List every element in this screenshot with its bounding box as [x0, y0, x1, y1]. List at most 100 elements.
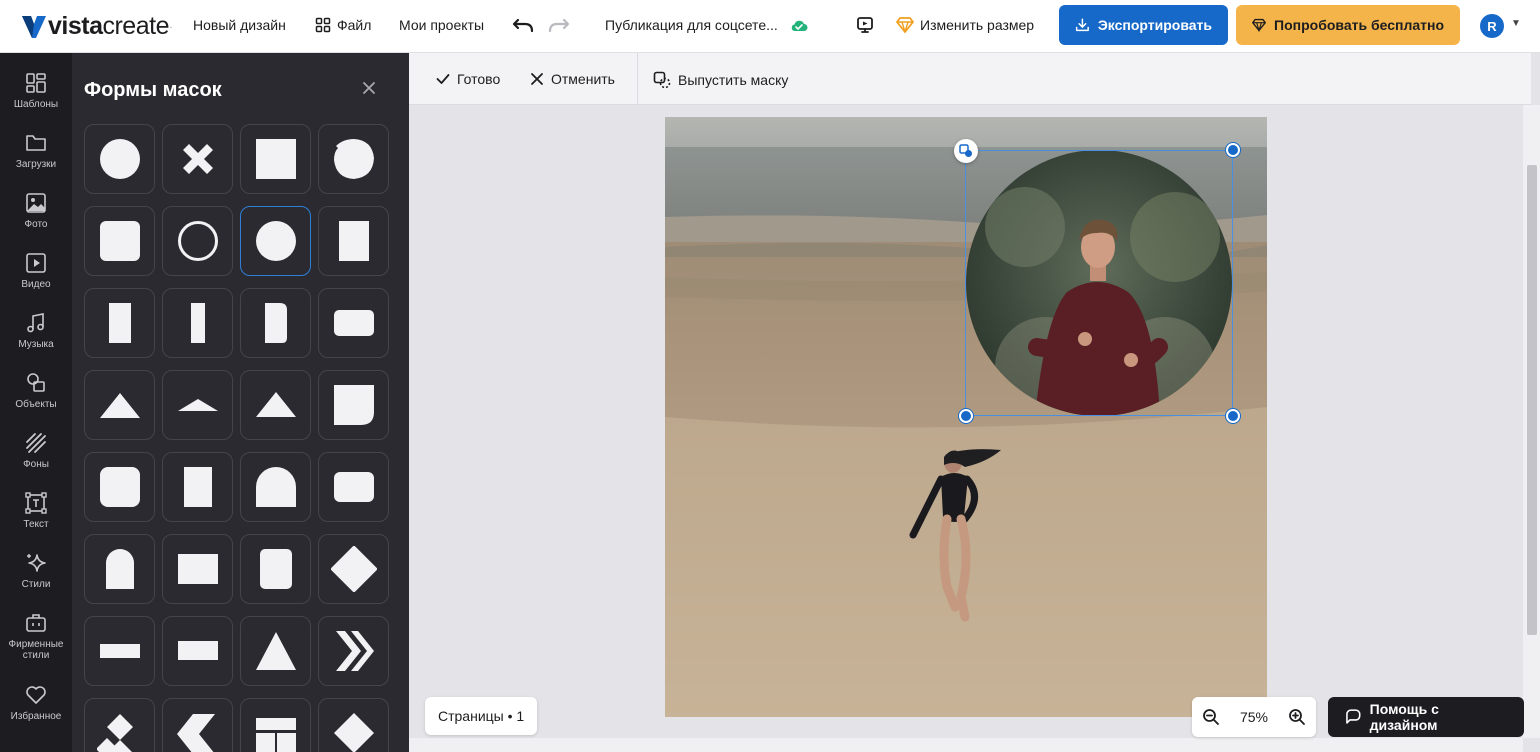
rail-label: Шаблоны: [13, 99, 59, 110]
new-design-menu[interactable]: Новый дизайн: [193, 17, 286, 33]
left-rail: Шаблоны Загрузки Фото Видео Музыка Объек…: [0, 53, 72, 752]
rail-item-uploads[interactable]: Загрузки: [0, 131, 72, 170]
resize-button[interactable]: Изменить размер: [896, 17, 1034, 33]
mask-shape-banner-tall[interactable]: [162, 616, 233, 686]
mask-shape-chevron-left[interactable]: [162, 698, 233, 752]
cancel-button[interactable]: Отменить: [530, 71, 615, 87]
mask-shape-triangle[interactable]: [84, 370, 155, 440]
new-design-label: Новый дизайн: [193, 17, 286, 33]
pages-button[interactable]: Страницы • 1: [425, 697, 538, 735]
rail-item-templates[interactable]: Шаблоны: [0, 71, 72, 110]
mask-shape-split-diamond[interactable]: [84, 698, 155, 752]
scroll-thumb[interactable]: [1527, 165, 1537, 635]
vistacreate-logo[interactable]: vista create.: [22, 12, 172, 41]
mask-shape-corner-rounded[interactable]: [318, 370, 389, 440]
rail-item-backgrounds[interactable]: Фоны: [0, 431, 72, 470]
mask-shape-chevrons[interactable]: [318, 616, 389, 686]
mask-shape-triangle-large[interactable]: [240, 616, 311, 686]
rail-item-brand-kit[interactable]: Фирменные стили: [0, 611, 72, 661]
release-mask-button[interactable]: Выпустить маску: [653, 71, 788, 89]
release-mask-label: Выпустить маску: [678, 72, 789, 88]
rail-item-objects[interactable]: Объекты: [0, 371, 72, 410]
mask-shape-narrow-rect[interactable]: [162, 288, 233, 358]
vertical-scrollbar[interactable]: [1523, 105, 1540, 738]
present-icon: [857, 17, 873, 33]
redo-button[interactable]: [548, 16, 570, 34]
mask-shape-circle[interactable]: [84, 124, 155, 194]
mask-shape-rough-circle[interactable]: [318, 124, 389, 194]
export-button[interactable]: Экспортировать: [1059, 5, 1228, 45]
mask-shape-arch[interactable]: [240, 452, 311, 522]
mask-shape-tab-rect[interactable]: [240, 288, 311, 358]
mask-shape-soft-square[interactable]: [84, 452, 155, 522]
rail-label: Избранное: [10, 711, 62, 722]
zoom-control: 75%: [1192, 697, 1316, 737]
mask-shape-flat-triangle[interactable]: [162, 370, 233, 440]
mask-shape-portrait-rect[interactable]: [318, 206, 389, 276]
help-label: Помощь с дизайном: [1369, 701, 1439, 733]
rail-item-photo[interactable]: Фото: [0, 191, 72, 230]
mask-shape-circle-selected[interactable]: [240, 206, 311, 276]
mask-shape-diamond[interactable]: [318, 534, 389, 604]
undo-button[interactable]: [512, 16, 534, 34]
mask-shape-narrow-arch[interactable]: [84, 534, 155, 604]
close-icon: [531, 73, 543, 85]
redo-icon: [548, 18, 570, 33]
mask-shape-ring[interactable]: [162, 206, 233, 276]
user-avatar[interactable]: R: [1480, 14, 1504, 38]
mask-shape-wide-soft[interactable]: [318, 452, 389, 522]
mask-shape-triangle-small[interactable]: [240, 370, 311, 440]
done-button[interactable]: Готово: [436, 71, 500, 87]
rail-item-music[interactable]: Музыка: [0, 311, 72, 350]
document-title[interactable]: Публикация для соцсете...: [605, 17, 808, 33]
undo-icon: [512, 18, 534, 33]
rail-item-video[interactable]: Видео: [0, 251, 72, 290]
close-icon[interactable]: [361, 80, 377, 96]
resize-handle-bottom-left[interactable]: [959, 409, 973, 423]
rail-label: Объекты: [15, 399, 57, 410]
horizontal-scrollbar[interactable]: [409, 738, 1523, 752]
mask-shape-banner[interactable]: [84, 616, 155, 686]
brand-kit-icon: [26, 614, 46, 632]
mask-shape-rounded-square[interactable]: [84, 206, 155, 276]
video-icon: [26, 253, 46, 273]
resize-handle-bottom-right[interactable]: [1226, 409, 1240, 423]
my-projects-link[interactable]: Мои проекты: [399, 17, 484, 33]
chevron-down-icon[interactable]: ▼: [1511, 18, 1521, 29]
mask-shape-wide-rounded[interactable]: [318, 288, 389, 358]
release-mask-icon: [653, 71, 671, 89]
selection-frame[interactable]: [965, 150, 1233, 416]
panel-title: Формы масок: [84, 79, 222, 101]
top-bar: vista create. Новый дизайн Файл Мои проек…: [0, 0, 1540, 53]
design-help-button[interactable]: Помощь с дизайном: [1328, 697, 1524, 737]
styles-icon: [27, 554, 46, 572]
mask-shape-grid-tiles[interactable]: [240, 698, 311, 752]
resize-handle-top-right[interactable]: [1226, 143, 1240, 157]
try-free-button[interactable]: Попробовать бесплатно: [1236, 5, 1460, 45]
toolbar-divider: [637, 53, 638, 105]
mask-shape-rounded-portrait[interactable]: [240, 534, 311, 604]
resize-label: Изменить размер: [920, 17, 1035, 33]
mask-shape-square[interactable]: [240, 124, 311, 194]
rail-item-text[interactable]: Текст: [0, 491, 72, 530]
rail-label: Видео: [21, 279, 51, 290]
mask-shape-tall-rect[interactable]: [84, 288, 155, 358]
mask-shape-portrait-rect-2[interactable]: [162, 452, 233, 522]
zoom-in-icon[interactable]: [1288, 708, 1306, 726]
mask-shape-diamond-2[interactable]: [318, 698, 389, 752]
document-title-text: Публикация для соцсете...: [605, 17, 778, 33]
file-menu[interactable]: Файл: [315, 17, 371, 33]
file-label: Файл: [337, 17, 372, 33]
present-button[interactable]: [856, 16, 874, 34]
rail-item-favorites[interactable]: Избранное: [0, 683, 72, 722]
mask-shape-landscape-rect[interactable]: [162, 534, 233, 604]
rail-item-styles[interactable]: Стили: [0, 551, 72, 590]
rail-label: Стили: [21, 579, 51, 590]
logo-text-light: create: [102, 12, 169, 40]
zoom-level[interactable]: 75%: [1240, 709, 1268, 725]
zoom-out-icon[interactable]: [1202, 708, 1220, 726]
objects-icon: [27, 373, 45, 392]
diamond-icon: [1252, 18, 1266, 33]
mask-badge-icon[interactable]: [954, 139, 978, 163]
mask-shape-cross[interactable]: [162, 124, 233, 194]
